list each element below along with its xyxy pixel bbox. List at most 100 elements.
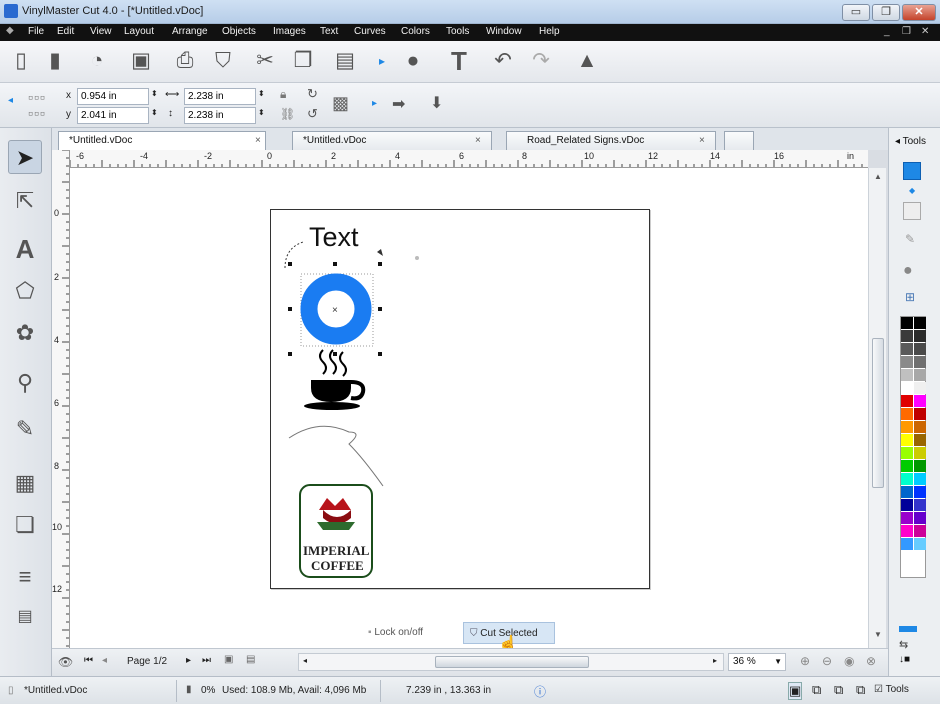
minimize-button[interactable]: ▭ [842,4,870,21]
dimension-tool-icon[interactable]: ▤ [8,600,42,634]
lock-toggle-button[interactable]: ▪ Lock on/off [368,622,450,644]
mdi-close-button[interactable]: ✕ [921,26,929,37]
palette-swatch[interactable] [914,408,926,420]
drawing-canvas[interactable]: Text × IMPERIAL COFFEE ▪ Lock on/off ⛉ C… [70,168,868,648]
menu-objects[interactable]: Objects [222,26,256,37]
tab-close-icon[interactable]: × [255,132,261,149]
y-stepper[interactable]: ⬍ [151,108,158,117]
circle-icon[interactable]: ● [903,262,913,280]
link-icon[interactable]: ⛓ [280,107,295,121]
palette-swatch[interactable] [914,382,926,394]
pen-tool-icon[interactable]: ✎ [8,412,42,446]
text-tool-icon[interactable]: T [444,46,474,76]
coffee-cup-icon[interactable] [304,349,366,410]
scroll-down-icon[interactable]: ▼ [874,630,882,639]
palette-swatch[interactable] [914,460,926,472]
outline-color-swatch[interactable] [903,202,921,220]
palette-swatch[interactable] [901,512,913,524]
pointer-tool-icon[interactable]: ➤ [8,140,42,174]
scroll-left-icon[interactable]: ◂ [303,656,307,665]
copy-icon[interactable]: ❐ [288,46,318,76]
palette-swatch[interactable] [901,538,913,550]
palette-swatch[interactable] [914,486,926,498]
palette-swatch[interactable] [901,434,913,446]
palette-swatch[interactable] [914,317,926,329]
save-icon[interactable]: ▣ [126,46,156,76]
open-icon[interactable]: ▮ [40,46,70,76]
node-edit-tool-icon[interactable]: ⇱ [8,184,42,218]
lock-icon[interactable]: 🔒︎ [280,87,286,102]
scroll-up-icon[interactable]: ▲ [874,172,882,181]
tools-panel-header[interactable]: ◂ Tools [895,136,926,147]
palette-swatch[interactable] [901,343,913,355]
tab-close-icon[interactable]: × [475,132,481,149]
palette-swatch[interactable] [901,499,913,511]
zoom-tool-icon[interactable]: ⚲ [8,366,42,400]
palette-swatch[interactable] [914,538,926,550]
collapse-left-icon[interactable]: ◂ [8,95,13,106]
snap-nodes-icon[interactable]: ⧉ [834,682,843,698]
zoom-out-icon[interactable]: ⊖ [822,654,832,668]
import-icon[interactable]: ● [398,46,428,76]
zoom-in-icon[interactable]: ⊕ [800,654,810,668]
cut-plotter-icon[interactable]: ⛉ [208,46,238,76]
align-tool-icon[interactable]: ≡ [8,560,42,594]
new-tab-button[interactable] [724,131,754,150]
freehand-curve[interactable] [288,425,384,487]
prev-page-button[interactable]: ◂ [102,655,107,666]
palette-swatch[interactable] [914,395,926,407]
clipart-tool-icon[interactable]: ✿ [8,316,42,350]
palette-swatch[interactable] [901,473,913,485]
close-button[interactable]: ✕ [902,4,936,21]
menu-edit[interactable]: Edit [57,26,74,37]
snap-objects-icon[interactable]: ⧉ [812,682,821,698]
mdi-restore-button[interactable]: ❐ [902,26,911,37]
new-document-icon[interactable]: ▯ [6,46,36,76]
layer-icon[interactable]: ⊞ [905,290,915,304]
paste-icon[interactable]: ▤ [330,46,360,76]
default-colors-icon[interactable]: ↓■ [899,654,910,665]
zoom-select[interactable]: 36 % ▼ [728,653,786,671]
menu-arrange[interactable]: Arrange [172,26,208,37]
text-tool-a-icon[interactable]: A [8,232,42,266]
tab-untitled-2[interactable]: *Untitled.vDoc × [292,131,492,150]
recent-icon[interactable]: ◔ [82,46,112,76]
palette-swatch[interactable] [901,447,913,459]
zoom-fit-icon[interactable]: ◉ [844,654,854,668]
palette-swatch[interactable] [901,330,913,342]
palette-swatch[interactable] [914,434,926,446]
eyedropper-icon[interactable]: ✎ [905,232,915,246]
shadow-tool-icon[interactable]: ❏ [8,508,42,542]
tab-close-icon[interactable]: × [699,132,705,149]
snap-grid-icon[interactable]: ▣ [788,682,803,700]
scroll-thumb[interactable] [872,338,884,488]
palette-swatch[interactable] [901,408,913,420]
color-swap-icon[interactable]: ⇆ [899,638,908,651]
h-scroll-thumb[interactable] [435,656,589,668]
palette-swatch[interactable] [914,330,926,342]
vertical-ruler[interactable]: 0 2 4 6 8 10 12 [52,150,70,648]
menu-layout[interactable]: Layout [124,26,154,37]
rotate-handle-icon[interactable] [377,249,383,256]
menu-images[interactable]: Images [273,26,306,37]
scroll-right-icon[interactable]: ▸ [713,656,717,665]
restore-button[interactable]: ❐ [872,4,900,21]
palette-swatch[interactable] [901,317,913,329]
palette-swatch[interactable] [914,512,926,524]
palette-swatch[interactable] [901,382,913,394]
mdi-minimize-button[interactable]: _ [884,26,890,37]
scissors-icon[interactable]: ✂ [250,46,280,76]
anchor-grid-icon[interactable]: ▫▫▫ ▫▫▫ [28,89,46,121]
bell-icon[interactable]: ▲ [572,46,602,76]
first-page-button[interactable]: ⏮ [84,655,93,666]
height-stepper[interactable]: ⬍ [258,108,265,117]
width-input[interactable] [184,88,256,105]
palette-swatch[interactable] [914,421,926,433]
expand-right-icon[interactable]: ▸ [372,98,377,109]
y-position-input[interactable] [77,107,149,124]
weed-tool-icon[interactable]: ▦ [8,466,42,500]
move-right-icon[interactable]: ➡ [392,94,405,114]
palette-swatch[interactable] [901,369,913,381]
palette-swatch[interactable] [914,447,926,459]
page-setup-icon[interactable]: ▤ [246,654,255,665]
